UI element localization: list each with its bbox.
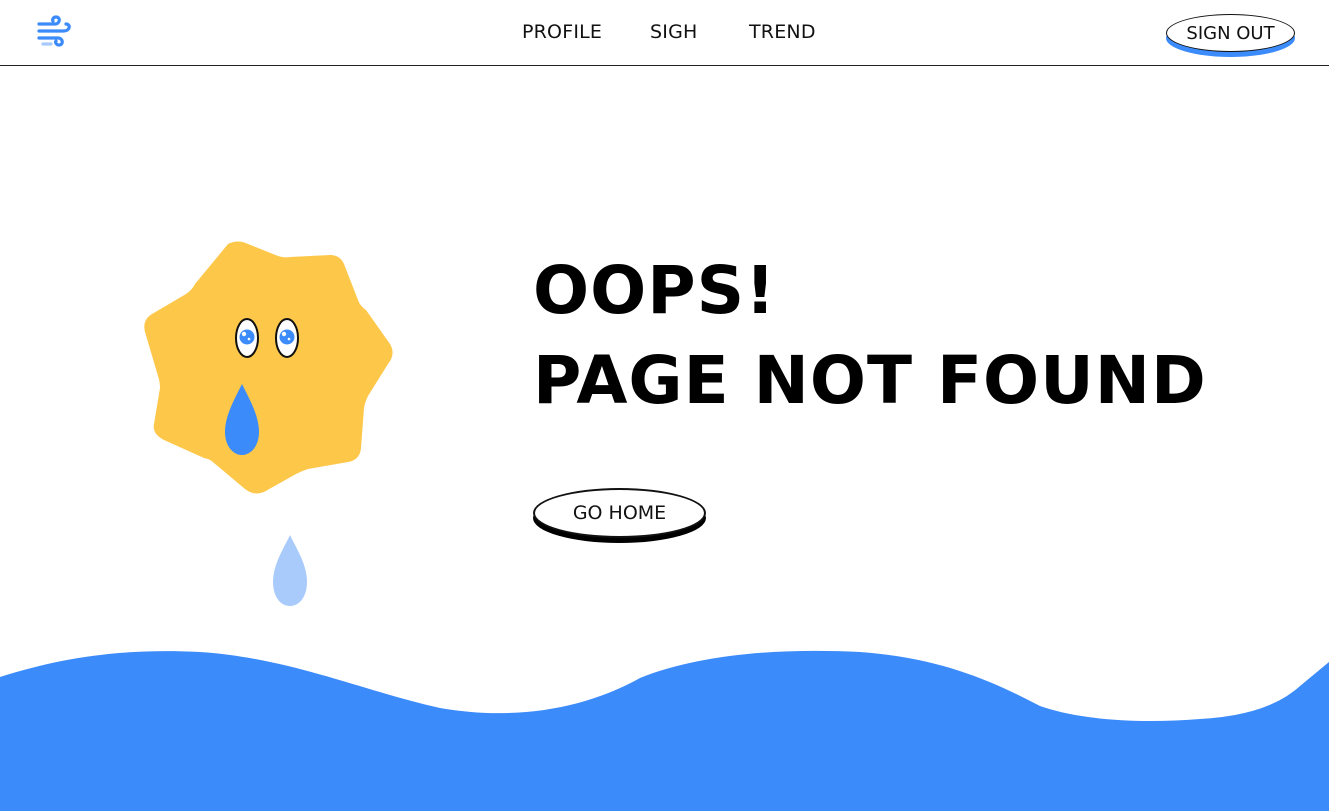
top-nav-bar: PROFILE SIGH TREND SIGN OUT — [0, 0, 1329, 66]
main-nav: PROFILE SIGH TREND — [0, 0, 1329, 65]
headline-line-oops: OOPS! — [533, 252, 777, 329]
right-eye-icon — [275, 318, 299, 358]
nav-item-profile[interactable]: PROFILE — [522, 21, 602, 43]
headline-line-not-found: PAGE NOT FOUND — [533, 342, 1207, 419]
left-eye-icon — [235, 318, 259, 358]
error-headline: OOPS! PAGE NOT FOUND — [533, 246, 1207, 426]
sun-body — [144, 241, 393, 494]
sign-out-button[interactable]: SIGN OUT — [1166, 14, 1295, 52]
nav-item-trend[interactable]: TREND — [749, 21, 816, 43]
crying-sun-illustration — [140, 238, 400, 618]
falling-tear-icon — [273, 535, 307, 606]
bottom-wave-decoration — [0, 650, 1329, 811]
not-found-page: PROFILE SIGH TREND SIGN OUT OOPS! PAGE N… — [0, 0, 1329, 811]
nav-item-sigh[interactable]: SIGH — [650, 21, 697, 43]
go-home-button[interactable]: GO HOME — [533, 488, 706, 538]
